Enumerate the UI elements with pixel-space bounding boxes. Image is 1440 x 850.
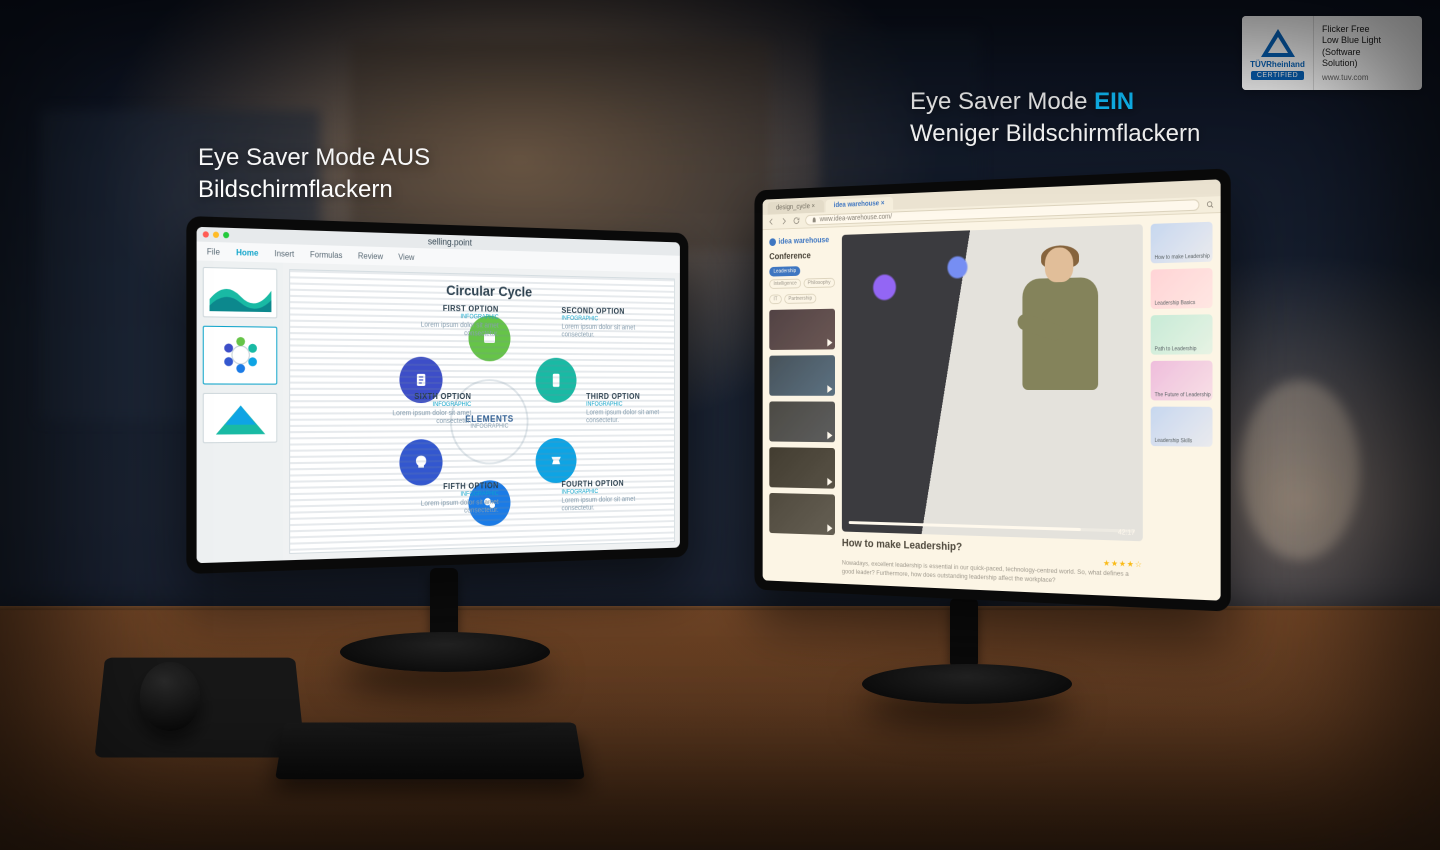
reco-card-1[interactable]: How to make Leadership <box>1151 222 1213 264</box>
opt2-label: SECOND OPTIONINFOGRAPHICLorem ipsum dolo… <box>561 306 657 340</box>
section-heading: Conference <box>769 250 835 262</box>
caption-left: Eye Saver Mode AUS Bildschirmflackern <box>198 142 430 207</box>
ppt-menu-review[interactable]: Review <box>358 251 383 261</box>
video-timeline[interactable] <box>849 521 1135 533</box>
product-scene: SAMSUNG selling.point File Home Insert F… <box>0 0 1440 850</box>
window-traffic-lights <box>203 229 233 240</box>
tuv-badge: TÜVRheinland CERTIFIED Flicker Free Low … <box>1242 16 1422 90</box>
video-thumb-3[interactable] <box>769 401 835 442</box>
ppt-slide: Circular Cycle ELEMENTS INFOGRAPHIC <box>289 269 675 554</box>
video-meta: How to make Leadership? ★★★★☆ Nowadays, … <box>842 537 1143 589</box>
page-left-col: idea warehouse Conference Leadership Int… <box>769 235 835 576</box>
monitor-right-screen: design_cycle × idea warehouse × www.idea… <box>763 179 1221 600</box>
tuv-triangle-icon <box>1261 27 1295 57</box>
tuv-lines: Flicker Free Low Blue Light (Software So… <box>1322 24 1414 69</box>
back-icon[interactable] <box>768 217 775 226</box>
mouse <box>139 662 202 731</box>
ppt-thumbnails <box>197 260 284 563</box>
video-thumb-5[interactable] <box>769 493 835 535</box>
filter-intelligence[interactable]: Intelligence <box>769 279 801 289</box>
opt5-label: FIFTH OPTIONINFOGRAPHICLorem ipsum dolor… <box>397 481 499 517</box>
mousepad <box>94 658 305 758</box>
opt3-label: THIRD OPTIONINFOGRAPHICLorem ipsum dolor… <box>586 392 675 425</box>
site-logo[interactable]: idea warehouse <box>769 235 835 246</box>
reload-icon[interactable] <box>793 216 801 225</box>
ppt-thumb-3[interactable] <box>203 393 278 443</box>
page-main-col: 42:17 How to make Leadership? ★★★★☆ Nowa… <box>842 224 1143 589</box>
forward-icon[interactable] <box>780 217 788 226</box>
ppt-menu-view[interactable]: View <box>398 252 414 262</box>
caption-right-line1-ein: EIN <box>1094 88 1134 115</box>
tuv-logo: TÜVRheinland CERTIFIED <box>1242 16 1314 90</box>
hub-top: ELEMENTS <box>465 414 513 424</box>
url-text: www.idea-warehouse.com/ <box>820 214 892 224</box>
ppt-menu-formulas[interactable]: Formulas <box>310 249 342 259</box>
lock-icon <box>811 217 817 224</box>
bg-lamp-glow <box>1240 380 1360 560</box>
hub-bottom: INFOGRAPHIC <box>470 424 508 430</box>
monitor-left-screen: selling.point File Home Insert Formulas … <box>197 227 680 563</box>
reco-card-5[interactable]: Leadership Skills <box>1151 407 1213 447</box>
opt1-label: FIRST OPTIONINFOGRAPHICLorem ipsum dolor… <box>397 303 499 339</box>
reco-card-3[interactable]: Path to Leadership <box>1151 314 1213 354</box>
caption-right: Eye Saver Mode EIN Weniger Bildschirmfla… <box>910 86 1200 151</box>
tuv-brand: TÜVRheinland <box>1250 60 1305 69</box>
filter-row-1: Leadership Intelligence Philosophy <box>769 265 835 289</box>
video-thumb-2[interactable] <box>769 355 835 396</box>
filter-philosophy[interactable]: Philosophy <box>803 278 834 288</box>
video-thumb-4[interactable] <box>769 447 835 489</box>
monitor-right-stand-base <box>862 664 1072 704</box>
opt4-label: FOURTH OPTIONINFOGRAPHICLorem ipsum dolo… <box>561 478 657 513</box>
caption-left-line2: Bildschirmflackern <box>198 176 393 203</box>
page-right-col: How to make Leadership Leadership Basics… <box>1151 222 1213 592</box>
ppt-window-title: selling.point <box>428 236 472 247</box>
node-2 <box>536 358 577 403</box>
node-3 <box>536 438 577 484</box>
browser-tab-1[interactable]: design_cycle × <box>768 200 824 215</box>
reco-card-2[interactable]: Leadership Basics <box>1151 268 1213 309</box>
opt6-label: SIXTH OPTIONINFOGRAPHICLorem ipsum dolor… <box>368 392 471 427</box>
ppt-menu-insert[interactable]: Insert <box>274 248 294 258</box>
video-player[interactable]: 42:17 <box>842 224 1143 541</box>
ppt-thumb-2[interactable] <box>203 326 278 385</box>
reco-card-4[interactable]: The Future of Leadership <box>1151 361 1213 401</box>
webpage: idea warehouse Conference Leadership Int… <box>763 213 1221 601</box>
filter-partnership[interactable]: Partnership <box>784 294 816 304</box>
tuv-text: Flicker Free Low Blue Light (Software So… <box>1314 16 1422 90</box>
monitor-left-stand-neck <box>430 568 458 638</box>
filter-it[interactable]: IT <box>769 294 781 304</box>
filter-row-2: IT Partnership <box>769 293 835 304</box>
tuv-site: www.tuv.com <box>1322 73 1414 83</box>
video-thumb-1[interactable] <box>769 309 835 350</box>
ppt-menu-file[interactable]: File <box>207 247 220 257</box>
ppt-thumb-1[interactable] <box>203 267 278 319</box>
keyboard <box>275 723 585 780</box>
browser-window: design_cycle × idea warehouse × www.idea… <box>763 179 1221 600</box>
monitor-left: SAMSUNG selling.point File Home Insert F… <box>186 216 688 574</box>
monitor-right-stand-neck <box>950 598 978 668</box>
ppt-menu-home[interactable]: Home <box>236 247 258 257</box>
tuv-certified: CERTIFIED <box>1251 71 1304 80</box>
presentation-app: selling.point File Home Insert Formulas … <box>197 227 680 563</box>
caption-right-line2: Weniger Bildschirmflackern <box>910 120 1200 147</box>
video-speaker <box>1017 246 1102 421</box>
caption-left-line1: Eye Saver Mode AUS <box>198 144 430 171</box>
monitor-left-stand-base <box>340 632 550 672</box>
filter-leadership[interactable]: Leadership <box>769 266 800 276</box>
slide-title: Circular Cycle <box>290 278 674 302</box>
caption-right-line1-pre: Eye Saver Mode <box>910 88 1094 115</box>
node-5 <box>399 439 442 486</box>
search-icon[interactable] <box>1205 200 1214 210</box>
monitor-right: SAMSUNG design_cycle × idea warehouse × … <box>754 168 1230 611</box>
